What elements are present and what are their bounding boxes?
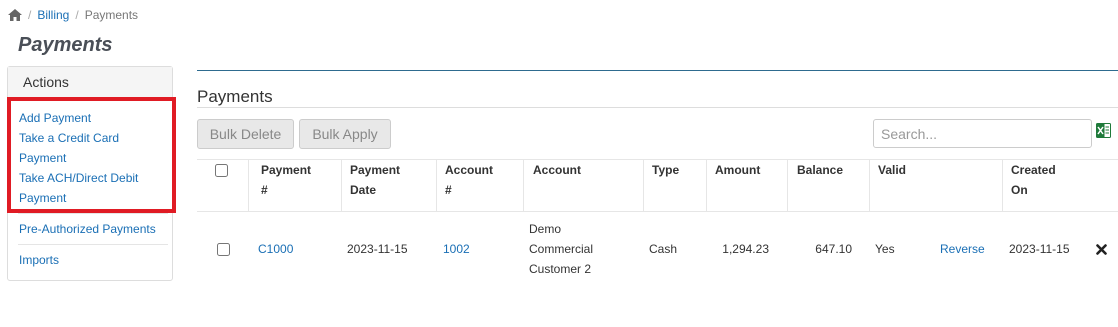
column-header-amount[interactable]: Amount bbox=[715, 160, 760, 180]
delete-icon[interactable] bbox=[1096, 244, 1107, 255]
divider bbox=[18, 213, 168, 214]
select-all-checkbox[interactable] bbox=[215, 164, 228, 177]
valid-cell: Yes bbox=[875, 242, 895, 256]
column-header-account[interactable]: Account bbox=[533, 160, 581, 180]
type-cell: Cash bbox=[649, 242, 678, 256]
created-on-cell: 2023-11-15 bbox=[1009, 242, 1070, 256]
column-divider bbox=[341, 159, 342, 211]
column-divider bbox=[1002, 159, 1003, 211]
breadcrumb: / Billing / Payments bbox=[8, 8, 138, 22]
account-line: Demo bbox=[529, 222, 562, 236]
column-header-account-number[interactable]: Account # bbox=[445, 160, 493, 200]
column-header-balance[interactable]: Balance bbox=[797, 160, 843, 180]
header-line: Account bbox=[445, 163, 493, 177]
account-line: Commercial bbox=[529, 242, 594, 256]
excel-export-icon[interactable] bbox=[1096, 123, 1111, 138]
account-number-link[interactable]: 1002 bbox=[443, 239, 470, 259]
table-header-bottom-rule bbox=[197, 211, 1118, 212]
header-line: Date bbox=[350, 183, 377, 197]
column-divider bbox=[436, 159, 437, 211]
column-divider bbox=[643, 159, 644, 211]
payment-number-link[interactable]: C1000 bbox=[258, 239, 293, 259]
section-title: Payments bbox=[197, 87, 273, 106]
actions-header: Actions bbox=[8, 67, 172, 98]
page-title: Payments bbox=[18, 34, 113, 56]
column-header-created-on[interactable]: Created On bbox=[1011, 160, 1056, 200]
home-icon[interactable] bbox=[8, 9, 22, 21]
breadcrumb-current: Payments bbox=[84, 8, 139, 22]
column-divider bbox=[248, 159, 249, 211]
column-divider bbox=[523, 159, 524, 211]
column-header-valid[interactable]: Valid bbox=[878, 160, 906, 180]
search-input[interactable] bbox=[873, 119, 1092, 148]
header-line: Payment bbox=[350, 163, 401, 177]
section-rule bbox=[197, 107, 1118, 108]
column-header-type[interactable]: Type bbox=[652, 160, 679, 180]
reverse-link[interactable]: Reverse bbox=[940, 239, 985, 259]
column-divider bbox=[869, 159, 870, 211]
bulk-delete-button[interactable]: Bulk Delete bbox=[197, 119, 294, 149]
column-divider bbox=[706, 159, 707, 211]
highlight-annotation bbox=[7, 97, 176, 213]
header-line: # bbox=[445, 183, 452, 197]
header-line: # bbox=[261, 183, 268, 197]
payment-date-cell: 2023-11-15 bbox=[347, 242, 408, 256]
breadcrumb-separator: / bbox=[75, 8, 79, 22]
header-line: Created bbox=[1011, 163, 1056, 177]
breadcrumb-separator: / bbox=[28, 8, 32, 22]
imports-link[interactable]: Imports bbox=[19, 250, 164, 270]
header-line: Payment bbox=[261, 163, 312, 177]
breadcrumb-billing-link[interactable]: Billing bbox=[37, 8, 69, 22]
column-header-payment-number[interactable]: Payment # bbox=[261, 160, 311, 200]
pre-authorized-payments-link[interactable]: Pre-Authorized Payments bbox=[19, 219, 164, 239]
account-name-cell: Demo Commercial Customer 2 bbox=[529, 219, 593, 279]
column-header-payment-date[interactable]: Payment Date bbox=[350, 160, 400, 200]
column-divider bbox=[787, 159, 788, 211]
row-select-checkbox[interactable] bbox=[217, 243, 230, 256]
top-rule bbox=[197, 70, 1118, 71]
balance-cell: 647.10 bbox=[815, 242, 852, 256]
amount-cell: 1,294.23 bbox=[722, 242, 769, 256]
account-line: Customer 2 bbox=[529, 262, 592, 276]
divider bbox=[18, 244, 168, 245]
bulk-apply-button[interactable]: Bulk Apply bbox=[299, 119, 391, 149]
header-line: On bbox=[1011, 183, 1028, 197]
